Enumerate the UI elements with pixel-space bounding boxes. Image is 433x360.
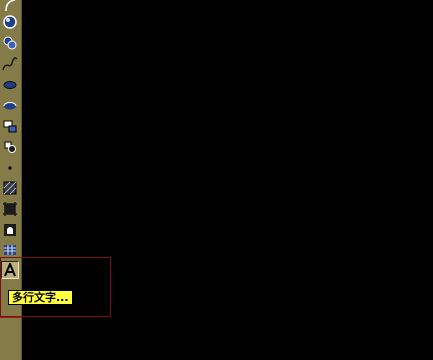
- hatch-icon: [3, 181, 17, 195]
- insert-block-icon: [3, 120, 17, 133]
- ellipse-arc-icon: [3, 102, 17, 110]
- make-block-icon: [4, 141, 16, 153]
- tool-region[interactable]: [1, 221, 19, 239]
- spline-icon: [2, 57, 18, 71]
- table-icon: [4, 245, 16, 255]
- ellipse-icon: [3, 81, 17, 89]
- tool-make-block[interactable]: [1, 138, 19, 156]
- tool-circle[interactable]: [1, 13, 19, 31]
- tooltip: 多行文字...: [8, 290, 73, 305]
- region-icon: [4, 224, 16, 236]
- tool-revision-cloud[interactable]: [1, 34, 19, 52]
- revision-cloud-icon: [3, 36, 17, 50]
- tool-multiline-text[interactable]: [1, 261, 19, 279]
- tool-table[interactable]: [1, 241, 19, 259]
- selection-outline-edge: [0, 317, 22, 318]
- arc-icon: [5, 0, 16, 12]
- point-icon: [8, 166, 12, 170]
- tool-spline[interactable]: [1, 55, 19, 73]
- multiline-text-icon: [4, 263, 16, 277]
- drawing-area[interactable]: [22, 0, 433, 360]
- tool-ellipse[interactable]: [1, 75, 19, 93]
- gradient-icon: [3, 202, 17, 216]
- tool-ellipse-arc[interactable]: [1, 96, 19, 114]
- tool-insert-block[interactable]: [1, 117, 19, 135]
- circle-icon: [3, 15, 17, 29]
- tool-gradient[interactable]: [1, 200, 19, 218]
- draw-toolbar: [0, 0, 22, 360]
- tool-arc[interactable]: [1, 0, 19, 14]
- tool-hatch[interactable]: [1, 179, 19, 197]
- tool-point[interactable]: [1, 159, 19, 177]
